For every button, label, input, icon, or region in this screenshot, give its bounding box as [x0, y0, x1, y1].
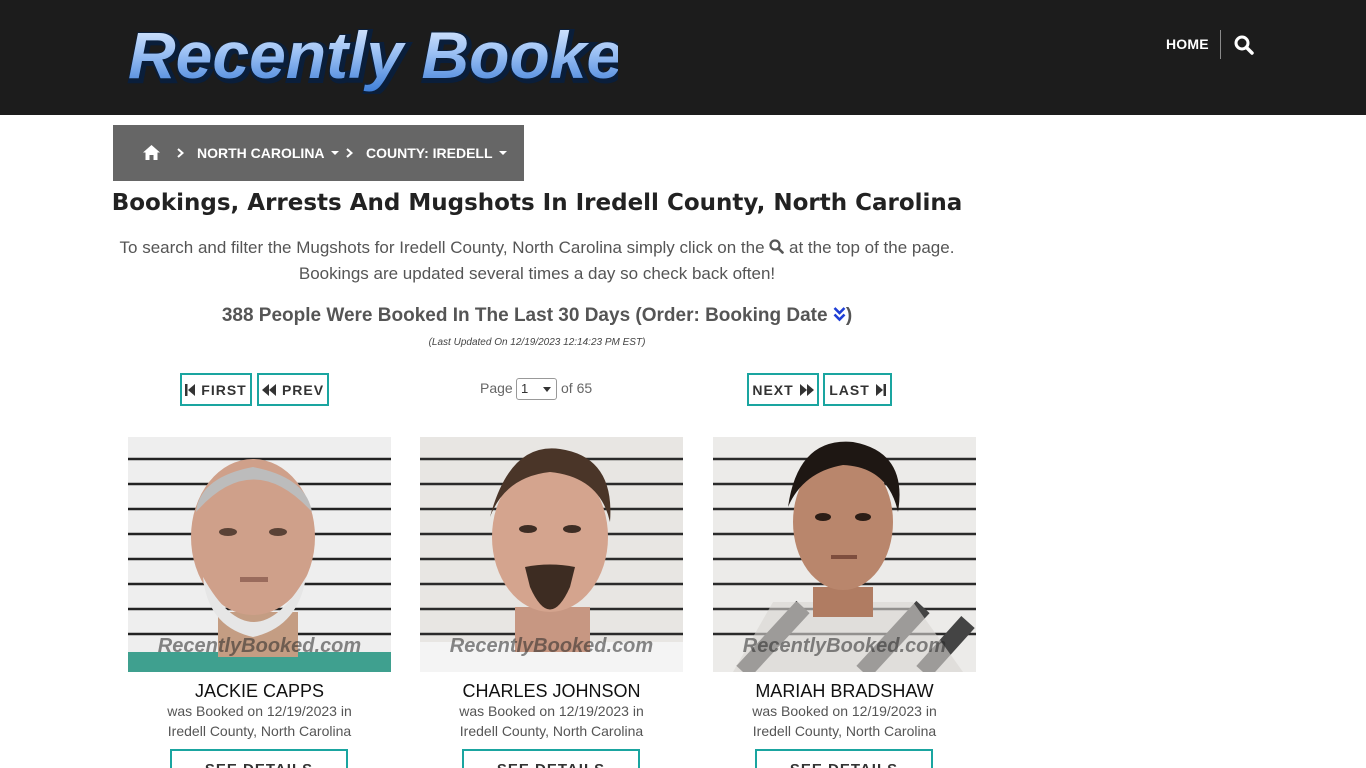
- see-details-button[interactable]: SEE DETAILS: [170, 749, 348, 768]
- site-header: Recently Booked Recently Booked HOME: [0, 0, 1366, 115]
- last-page-label: LAST: [829, 381, 870, 398]
- card-location-line: Iredell County, North Carolina: [459, 723, 644, 739]
- last-icon: [875, 383, 886, 396]
- backward-icon: [261, 383, 276, 396]
- card-name[interactable]: JACKIE CAPPS: [128, 681, 391, 702]
- mugshot-photo[interactable]: RecentlyBooked.com: [420, 437, 683, 672]
- nav-divider: [1220, 30, 1221, 59]
- see-details-button[interactable]: SEE DETAILS: [755, 749, 933, 768]
- card-booked-line: was Booked on 12/19/2023 in: [167, 703, 352, 719]
- first-page-button[interactable]: FIRST: [180, 373, 252, 406]
- breadcrumb-county[interactable]: COUNTY: IREDELL: [366, 145, 507, 161]
- prev-page-label: PREV: [281, 381, 325, 398]
- photo-watermark: RecentlyBooked.com: [449, 635, 654, 657]
- first-page-label: FIRST: [201, 381, 247, 398]
- home-icon[interactable]: [143, 145, 160, 160]
- card-booked-line: was Booked on 12/19/2023 in: [459, 703, 644, 719]
- page-select[interactable]: 1: [516, 378, 557, 400]
- chevron-right-icon: [177, 148, 184, 158]
- last-page-button[interactable]: LAST: [823, 373, 892, 406]
- intro-text-1: To search and filter the Mugshots for Ir…: [119, 238, 765, 257]
- mugshot-photo[interactable]: RecentlyBooked.com: [713, 437, 976, 672]
- card-name[interactable]: MARIAH BRADSHAW: [713, 681, 976, 702]
- last-updated: (Last Updated On 12/19/2023 12:14:23 PM …: [428, 337, 646, 348]
- caret-down-icon: [330, 151, 339, 155]
- page-title: Bookings, Arrests And Mugshots In Iredel…: [111, 190, 963, 216]
- card-location-line: Iredell County, North Carolina: [752, 723, 937, 739]
- select-arrow-icon: [543, 387, 551, 392]
- next-page-label: NEXT: [752, 381, 794, 398]
- page-select-value: 1: [521, 381, 529, 396]
- photo-watermark: RecentlyBooked.com: [157, 635, 362, 657]
- forward-icon: [799, 383, 814, 396]
- logo-text: Recently Booked: [128, 18, 618, 92]
- site-logo[interactable]: Recently Booked Recently Booked: [126, 18, 618, 94]
- breadcrumb: NORTH CAROLINA COUNTY: IREDELL: [113, 125, 524, 181]
- nav-home-link[interactable]: HOME: [1166, 36, 1209, 52]
- intro-text-2: at the top of the page.: [789, 238, 955, 257]
- search-icon: [769, 239, 785, 254]
- card-name[interactable]: CHARLES JOHNSON: [420, 681, 683, 702]
- caret-down-icon: [498, 151, 507, 155]
- breadcrumb-state-label: NORTH CAROLINA: [197, 145, 325, 161]
- prev-page-button[interactable]: PREV: [257, 373, 329, 406]
- see-details-button[interactable]: SEE DETAILS: [462, 749, 640, 768]
- intro-line-2: Bookings are updated several times a day…: [298, 264, 776, 283]
- booking-count: 388 People Were Booked In The Last 30 Da…: [0, 305, 1074, 327]
- breadcrumb-state[interactable]: NORTH CAROLINA: [197, 145, 339, 161]
- booking-count-text: 388 People Were Booked In The Last 30 Da…: [221, 305, 828, 326]
- chevron-right-icon: [346, 148, 353, 158]
- card-location-line: Iredell County, North Carolina: [167, 723, 352, 739]
- card-booked-line: was Booked on 12/19/2023 in: [752, 703, 937, 719]
- breadcrumb-county-label: COUNTY: IREDELL: [366, 145, 493, 161]
- photo-watermark: RecentlyBooked.com: [742, 635, 947, 657]
- first-icon: [185, 383, 196, 396]
- booking-count-close: ): [845, 305, 853, 326]
- mugshot-photo[interactable]: RecentlyBooked.com: [128, 437, 391, 672]
- intro-line-1: To search and filter the Mugshots for Ir…: [0, 238, 1074, 258]
- next-page-button[interactable]: NEXT: [747, 373, 819, 406]
- page-total: of 65: [561, 380, 593, 396]
- sort-icon[interactable]: [833, 306, 846, 322]
- search-icon[interactable]: [1234, 35, 1254, 55]
- page-label: Page: [480, 380, 513, 396]
